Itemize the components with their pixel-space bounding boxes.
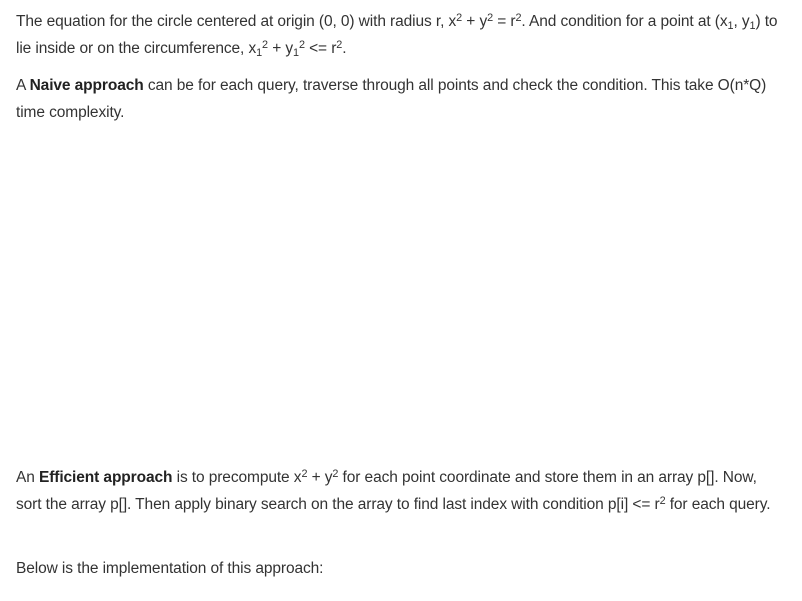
text: A — [16, 77, 30, 94]
blank-content-area — [16, 136, 786, 452]
text: The equation for the circle centered at … — [16, 13, 457, 30]
text: + y — [462, 13, 488, 30]
superscript: 2 — [487, 11, 494, 24]
superscript: 2 — [336, 38, 343, 51]
text: , y — [733, 13, 750, 30]
text: . — [342, 40, 347, 57]
naive-approach-paragraph: A Naive approach can be for each query, … — [16, 72, 786, 126]
efficient-approach-paragraph: An Efficient approach is to precompute x… — [16, 464, 786, 518]
superscript: 2 — [515, 11, 522, 24]
text: + y — [267, 40, 293, 57]
superscript: 2 — [659, 494, 666, 507]
text: . And condition for a point at (x — [521, 13, 728, 30]
text: + y — [307, 469, 333, 486]
superscript: 2 — [262, 38, 268, 51]
text: An — [16, 469, 39, 486]
text: <= r — [304, 40, 337, 57]
superscript: 2 — [298, 38, 305, 51]
text: for each query. — [665, 496, 771, 513]
superscript: 2 — [456, 11, 463, 24]
text: is to precompute x — [172, 469, 302, 486]
naive-approach-term: Naive approach — [29, 77, 144, 94]
text: = r — [493, 13, 516, 30]
implementation-intro-paragraph: Below is the implementation of this appr… — [16, 560, 324, 577]
efficient-approach-term: Efficient approach — [38, 469, 173, 486]
subscript: 1 — [749, 19, 756, 32]
superscript: 2 — [332, 467, 339, 480]
superscript: 2 — [301, 467, 308, 480]
circle-equation-paragraph: The equation for the circle centered at … — [16, 8, 786, 62]
subscript: 1 — [727, 19, 734, 32]
